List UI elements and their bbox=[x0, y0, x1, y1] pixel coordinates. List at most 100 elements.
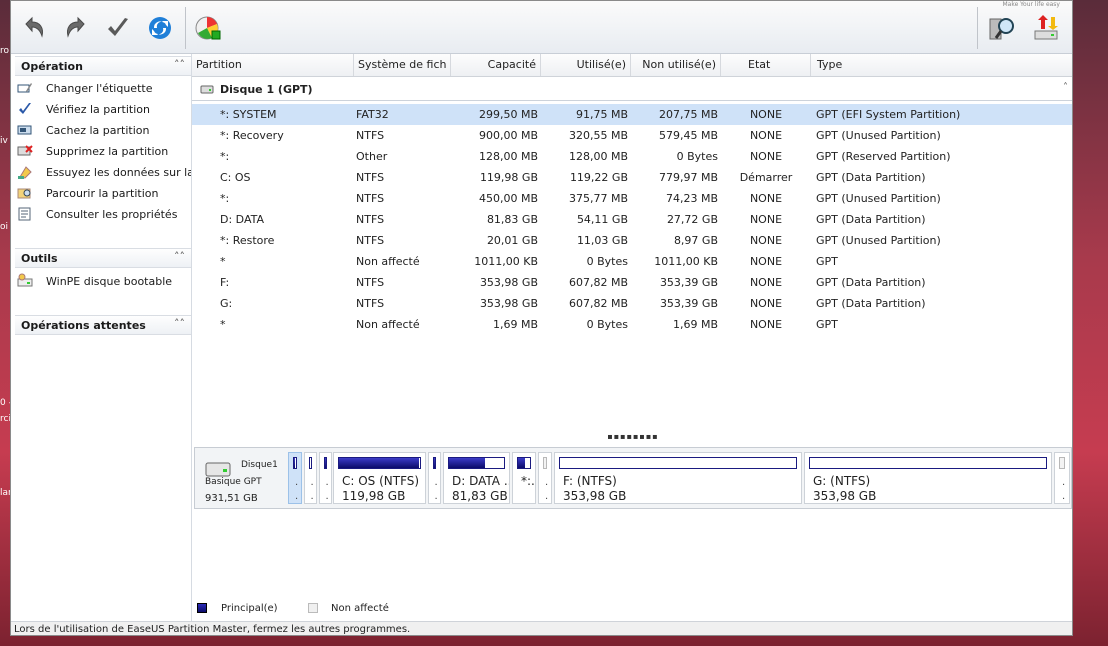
cell-type: GPT (Unused Partition) bbox=[816, 129, 941, 142]
sidebar-item[interactable]: Cachez la partition bbox=[17, 121, 191, 141]
segment-dot: . bbox=[434, 491, 438, 502]
delete-icon bbox=[17, 143, 33, 159]
section-tools-header[interactable]: Outils ˄˄ bbox=[15, 248, 191, 268]
usage-bar bbox=[559, 457, 797, 469]
segment-dot: . bbox=[434, 477, 438, 488]
panel-splitter[interactable]: ▪▪▪▪▪▪▪▪ bbox=[192, 432, 1072, 444]
cell-partition: D: DATA bbox=[220, 213, 265, 226]
redo-button[interactable] bbox=[59, 11, 93, 45]
cell-filesystem: NTFS bbox=[356, 276, 385, 289]
partition-row[interactable]: * Non affecté 1011,00 KB 0 Bytes 1011,00 KB N… bbox=[192, 251, 1072, 272]
refresh-button[interactable] bbox=[143, 11, 177, 45]
partition-row[interactable]: *: Restore NTFS 20,01 GB 11,03 GB 8,97 GB NON… bbox=[192, 230, 1072, 251]
cell-state: NONE bbox=[749, 150, 783, 163]
cell-state: NONE bbox=[749, 213, 783, 226]
usage-bar bbox=[293, 457, 297, 469]
usage-fill bbox=[294, 458, 295, 468]
disk-group-row[interactable]: Disque 1 (GPT) ˄ bbox=[192, 80, 1072, 101]
cell-partition: *: bbox=[220, 192, 230, 205]
collapse-chevron-icon[interactable]: ˄˄ bbox=[174, 58, 185, 71]
check-icon bbox=[17, 101, 33, 117]
cell-state: NONE bbox=[749, 318, 783, 331]
cell-partition: * bbox=[220, 255, 226, 268]
partition-row[interactable]: *: NTFS 450,00 MB 375,77 MB 74,23 MB NONE GPT … bbox=[192, 188, 1072, 209]
upgrade-drive-icon bbox=[1034, 15, 1058, 40]
partition-row[interactable]: D: DATA NTFS 81,83 GB 54,11 GB 27,72 GB NONE G… bbox=[192, 209, 1072, 230]
column-header-filesystem[interactable]: Système de fich bbox=[354, 54, 451, 76]
usage-fill bbox=[434, 458, 435, 468]
segment-size: 353,98 GB bbox=[563, 489, 627, 503]
segment-name: F: (NTFS) bbox=[563, 474, 617, 488]
disk-map-info[interactable]: Disque1 Basique GPT 931,51 GB bbox=[195, 448, 285, 508]
usage-bar bbox=[309, 457, 312, 469]
sidebar-item[interactable]: WinPE disque bootable bbox=[17, 272, 191, 292]
cell-capacity: 1011,00 KB bbox=[474, 255, 538, 268]
cell-state: NONE bbox=[749, 276, 783, 289]
column-header-state[interactable]: Etat bbox=[721, 54, 811, 76]
partition-row[interactable]: *: Recovery NTFS 900,00 MB 320,55 MB 579,45 … bbox=[192, 125, 1072, 146]
section-operation-header[interactable]: Opération ˄˄ bbox=[15, 56, 191, 76]
usage-bar bbox=[809, 457, 1047, 469]
desktop-fragment: ro bbox=[0, 46, 10, 56]
cell-capacity: 20,01 GB bbox=[486, 234, 538, 247]
sidebar-item[interactable]: Supprimez la partition bbox=[17, 142, 191, 162]
magnifier-computer-icon bbox=[989, 18, 1014, 40]
cell-unused: 1,69 MB bbox=[672, 318, 718, 331]
usage-fill bbox=[518, 458, 525, 468]
disk-map-name: Disque1 bbox=[241, 460, 278, 470]
column-header-type[interactable]: Type bbox=[811, 54, 1072, 76]
column-header-capacity[interactable]: Capacité bbox=[451, 54, 541, 76]
section-pending-header[interactable]: Opérations attentes ˄˄ bbox=[15, 315, 191, 335]
apply-button[interactable] bbox=[101, 11, 135, 45]
legend-unallocated-swatch bbox=[308, 603, 318, 613]
disk-map-segment[interactable]: .. bbox=[304, 452, 317, 504]
column-header-unused[interactable]: Non utilisé(e) bbox=[631, 54, 721, 76]
cell-unused: 207,75 MB bbox=[658, 108, 718, 121]
column-header-used[interactable]: Utilisé(e) bbox=[541, 54, 631, 76]
redo-icon bbox=[67, 16, 85, 38]
disk-map-segment[interactable]: C: OS (NTFS) 119,98 GB bbox=[333, 452, 426, 504]
cell-capacity: 353,98 GB bbox=[479, 297, 538, 310]
cell-state: Démarrer bbox=[739, 171, 793, 184]
partition-row[interactable]: *: Other 128,00 MB 128,00 MB 0 Bytes NONE GPT … bbox=[192, 146, 1072, 167]
disk-map-segment[interactable]: .. bbox=[288, 452, 302, 504]
partition-row[interactable]: G: NTFS 353,98 GB 607,82 MB 353,39 GB NONE GPT… bbox=[192, 293, 1072, 314]
partition-row[interactable]: C: OS NTFS 119,98 GB 119,22 GB 779,97 MB Déma… bbox=[192, 167, 1072, 188]
partition-row[interactable]: F: NTFS 353,98 GB 607,82 MB 353,39 GB NONE GPT… bbox=[192, 272, 1072, 293]
disk-map-segment[interactable]: G: (NTFS) 353,98 GB bbox=[804, 452, 1052, 504]
disk-map-segment[interactable]: D: DATA ... 81,83 GB bbox=[443, 452, 510, 504]
partition-row[interactable]: * Non affecté 1,69 MB 0 Bytes 1,69 MB NONE GPT bbox=[192, 314, 1072, 335]
sidebar-item-label: Changer l'étiquette bbox=[46, 82, 153, 95]
disk-map-segment[interactable]: .. bbox=[1054, 452, 1070, 504]
sidebar-item[interactable]: Parcourir la partition bbox=[17, 184, 191, 204]
grid-header: Partition Système de fich Capacité Utili… bbox=[192, 54, 1072, 77]
tool-upgrade-button[interactable] bbox=[1029, 11, 1063, 45]
disk-map-segment[interactable]: .. bbox=[538, 452, 552, 504]
collapse-chevron-icon[interactable]: ˄˄ bbox=[174, 250, 185, 263]
disk-map-segment[interactable]: F: (NTFS) 353,98 GB bbox=[554, 452, 802, 504]
segment-dot: . bbox=[310, 477, 314, 488]
collapse-chevron-icon[interactable]: ˄˄ bbox=[174, 317, 185, 330]
disk-map-segment[interactable]: *:... bbox=[512, 452, 536, 504]
toolbar: Make Your life easy bbox=[11, 1, 1072, 54]
cell-used: 54,11 GB bbox=[576, 213, 628, 226]
desktop-fragment: iv bbox=[0, 136, 8, 146]
sidebar-item[interactable]: Consulter les propriétés bbox=[17, 205, 191, 225]
cell-type: GPT (Unused Partition) bbox=[816, 234, 941, 247]
disk-map-segment[interactable]: .. bbox=[428, 452, 441, 504]
segment-dot: . bbox=[545, 491, 549, 502]
legend-primary-swatch bbox=[197, 603, 207, 613]
undo-button[interactable] bbox=[17, 11, 51, 45]
partition-row[interactable]: *: SYSTEM FAT32 299,50 MB 91,75 MB 207,75 MB… bbox=[192, 104, 1072, 125]
tool-search-button[interactable] bbox=[985, 11, 1019, 45]
disk-chart-button[interactable] bbox=[191, 11, 225, 45]
sidebar-item[interactable]: Vérifiez la partition bbox=[17, 100, 191, 120]
sidebar-item[interactable]: Essuyez les données sur la partition bbox=[17, 163, 191, 183]
column-header-partition[interactable]: Partition bbox=[192, 54, 354, 76]
collapse-chevron-icon[interactable]: ˄ bbox=[1063, 82, 1068, 93]
sidebar-item-label: WinPE disque bootable bbox=[46, 275, 173, 288]
cell-used: 11,03 GB bbox=[576, 234, 628, 247]
main-panel: Partition Système de fich Capacité Utili… bbox=[192, 54, 1072, 621]
sidebar-item[interactable]: Changer l'étiquette bbox=[17, 79, 191, 99]
disk-map-segment[interactable]: .. bbox=[319, 452, 332, 504]
